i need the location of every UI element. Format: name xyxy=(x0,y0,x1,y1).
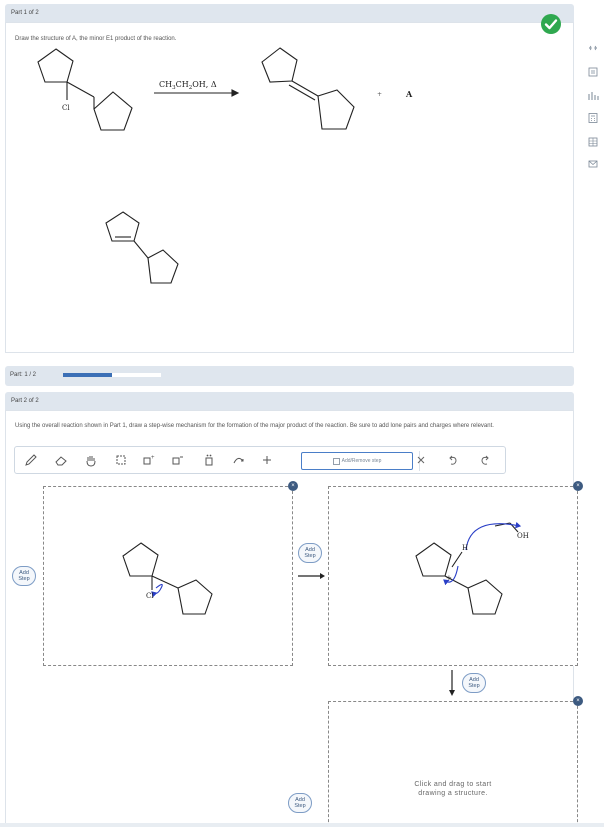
eraser-icon[interactable] xyxy=(53,452,69,468)
bottom-bar xyxy=(0,823,604,827)
plus-icon[interactable] xyxy=(259,452,275,468)
progress-label: Part: 1 / 2 xyxy=(10,372,37,378)
pencil-icon[interactable] xyxy=(23,452,39,468)
calculator-icon[interactable] xyxy=(587,112,599,124)
step2-h-label: H xyxy=(462,544,468,552)
reactant-ring-1 xyxy=(37,48,74,83)
answer-ring-2 xyxy=(147,249,179,284)
remove-charge-icon[interactable] xyxy=(170,452,186,468)
reaction-conditions: CH3CH2OH, Δ xyxy=(159,80,217,91)
product-ring-2c xyxy=(317,89,355,130)
step2-curved-arrow-1 xyxy=(465,521,522,551)
plus-sign: + xyxy=(377,91,382,98)
undo-icon[interactable] xyxy=(445,452,461,468)
reactant-ring-2 xyxy=(93,91,133,131)
step2-ring-2 xyxy=(467,579,503,615)
curved-arrow-icon[interactable] xyxy=(231,452,247,468)
step2-h-bond xyxy=(451,551,463,568)
step2-charge-label: + xyxy=(446,574,452,582)
progress-fill xyxy=(63,373,112,377)
add-step-text-2: Step xyxy=(294,803,306,810)
periodic-table-icon[interactable] xyxy=(587,90,599,102)
progress-track xyxy=(62,372,162,378)
placeholder-line-2: drawing a structure. xyxy=(418,790,488,798)
close-icon[interactable] xyxy=(413,452,429,468)
reactant-cl-label: Cl xyxy=(62,104,70,112)
redo-icon[interactable] xyxy=(477,452,493,468)
edit-icon xyxy=(332,457,340,465)
link-icon[interactable] xyxy=(587,42,599,54)
part2-header-text: Part 2 of 2 xyxy=(11,398,39,404)
svg-text:+: + xyxy=(151,455,155,461)
lone-pair-icon[interactable] xyxy=(201,452,217,468)
canvas-placeholder: Click and drag to start drawing a struct… xyxy=(328,780,578,799)
step2-ring-1 xyxy=(415,542,452,577)
product-ring-1 xyxy=(261,47,298,83)
part2-header: Part 2 of 2 xyxy=(5,392,574,410)
reaction-scheme: CH3CH2OH, Δ Cl + A xyxy=(37,47,413,284)
part2-prompt: Using the overall reaction shown in Part… xyxy=(15,423,494,429)
reference-icon[interactable] xyxy=(587,136,599,148)
add-charge-icon[interactable]: + xyxy=(141,452,157,468)
message-icon[interactable] xyxy=(587,158,599,170)
select-icon[interactable] xyxy=(113,452,129,468)
mechanism-drawings: Cl OH H + xyxy=(122,521,529,696)
answer-connecting-bond xyxy=(133,240,149,259)
step1-cl-label: Cl xyxy=(146,592,154,600)
reactant-connecting-bond xyxy=(66,81,95,98)
step1-connecting-bond xyxy=(151,575,179,589)
add-remove-step-label: Add/Remove step xyxy=(341,458,382,464)
step2-oh-label: OH xyxy=(517,532,529,540)
add-step-button-bottom[interactable]: Add Step xyxy=(288,793,312,813)
placeholder-line-1: Click and drag to start xyxy=(414,781,492,788)
product-a-label: A xyxy=(405,89,413,99)
notes-icon[interactable] xyxy=(587,66,599,78)
step1-ring-2 xyxy=(177,579,213,615)
hand-icon[interactable] xyxy=(83,452,99,468)
add-remove-step-button[interactable]: Add/Remove step xyxy=(301,452,413,470)
step1-ring-1 xyxy=(122,542,159,577)
